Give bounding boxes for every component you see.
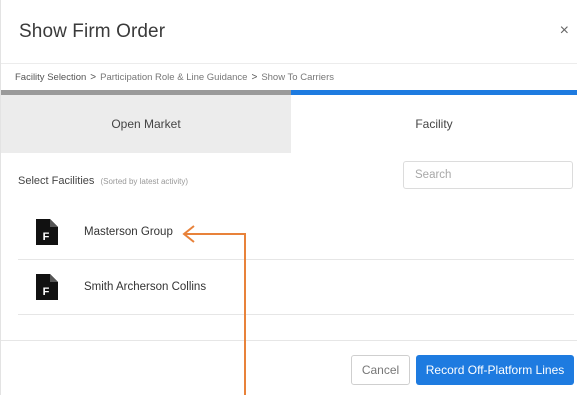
facility-file-icon: F [36,219,58,245]
facility-file-icon: F [36,274,58,300]
select-facilities-label: Select Facilities (Sorted by latest acti… [18,175,188,187]
cancel-button[interactable]: Cancel [351,355,410,385]
file-icon-letter: F [43,231,50,243]
select-facilities-heading: Select Facilities [18,175,95,187]
close-icon[interactable]: × [560,22,569,40]
tab-open-market[interactable]: Open Market [1,95,291,153]
tab-facility[interactable]: Facility [291,95,577,153]
tab-open-market-label: Open Market [111,117,181,131]
breadcrumb-step-show-to-carriers[interactable]: Show To Carriers [261,72,334,83]
facility-list: F Masterson Group F Smith Archerson Coll… [18,205,574,315]
dialog-footer: Cancel Record Off-Platform Lines [1,340,577,395]
chevron-right-icon: > [251,71,258,83]
dialog-header: Show Firm Order × [1,0,577,64]
select-facilities-row: Select Facilities (Sorted by latest acti… [1,153,577,209]
facility-name: Smith Archerson Collins [84,281,207,293]
chevron-right-icon: > [90,71,97,83]
breadcrumb-step-participation-role[interactable]: Participation Role & Line Guidance [100,72,247,83]
tab-facility-label: Facility [415,117,453,131]
list-item[interactable]: F Masterson Group [18,205,574,260]
file-icon-letter: F [43,286,50,298]
search-input[interactable] [403,161,573,189]
dialog-title: Show Firm Order [19,20,166,42]
market-tabs: Open Market Facility [1,95,577,153]
list-item[interactable]: F Smith Archerson Collins [18,260,574,315]
record-off-platform-lines-button[interactable]: Record Off-Platform Lines [416,355,574,385]
show-firm-order-dialog: Show Firm Order × Facility Selection > P… [0,0,577,395]
sort-hint: (Sorted by latest activity) [100,177,189,186]
breadcrumb: Facility Selection > Participation Role … [1,64,577,90]
facility-name: Masterson Group [84,226,173,238]
breadcrumb-step-facility-selection[interactable]: Facility Selection [15,72,86,83]
